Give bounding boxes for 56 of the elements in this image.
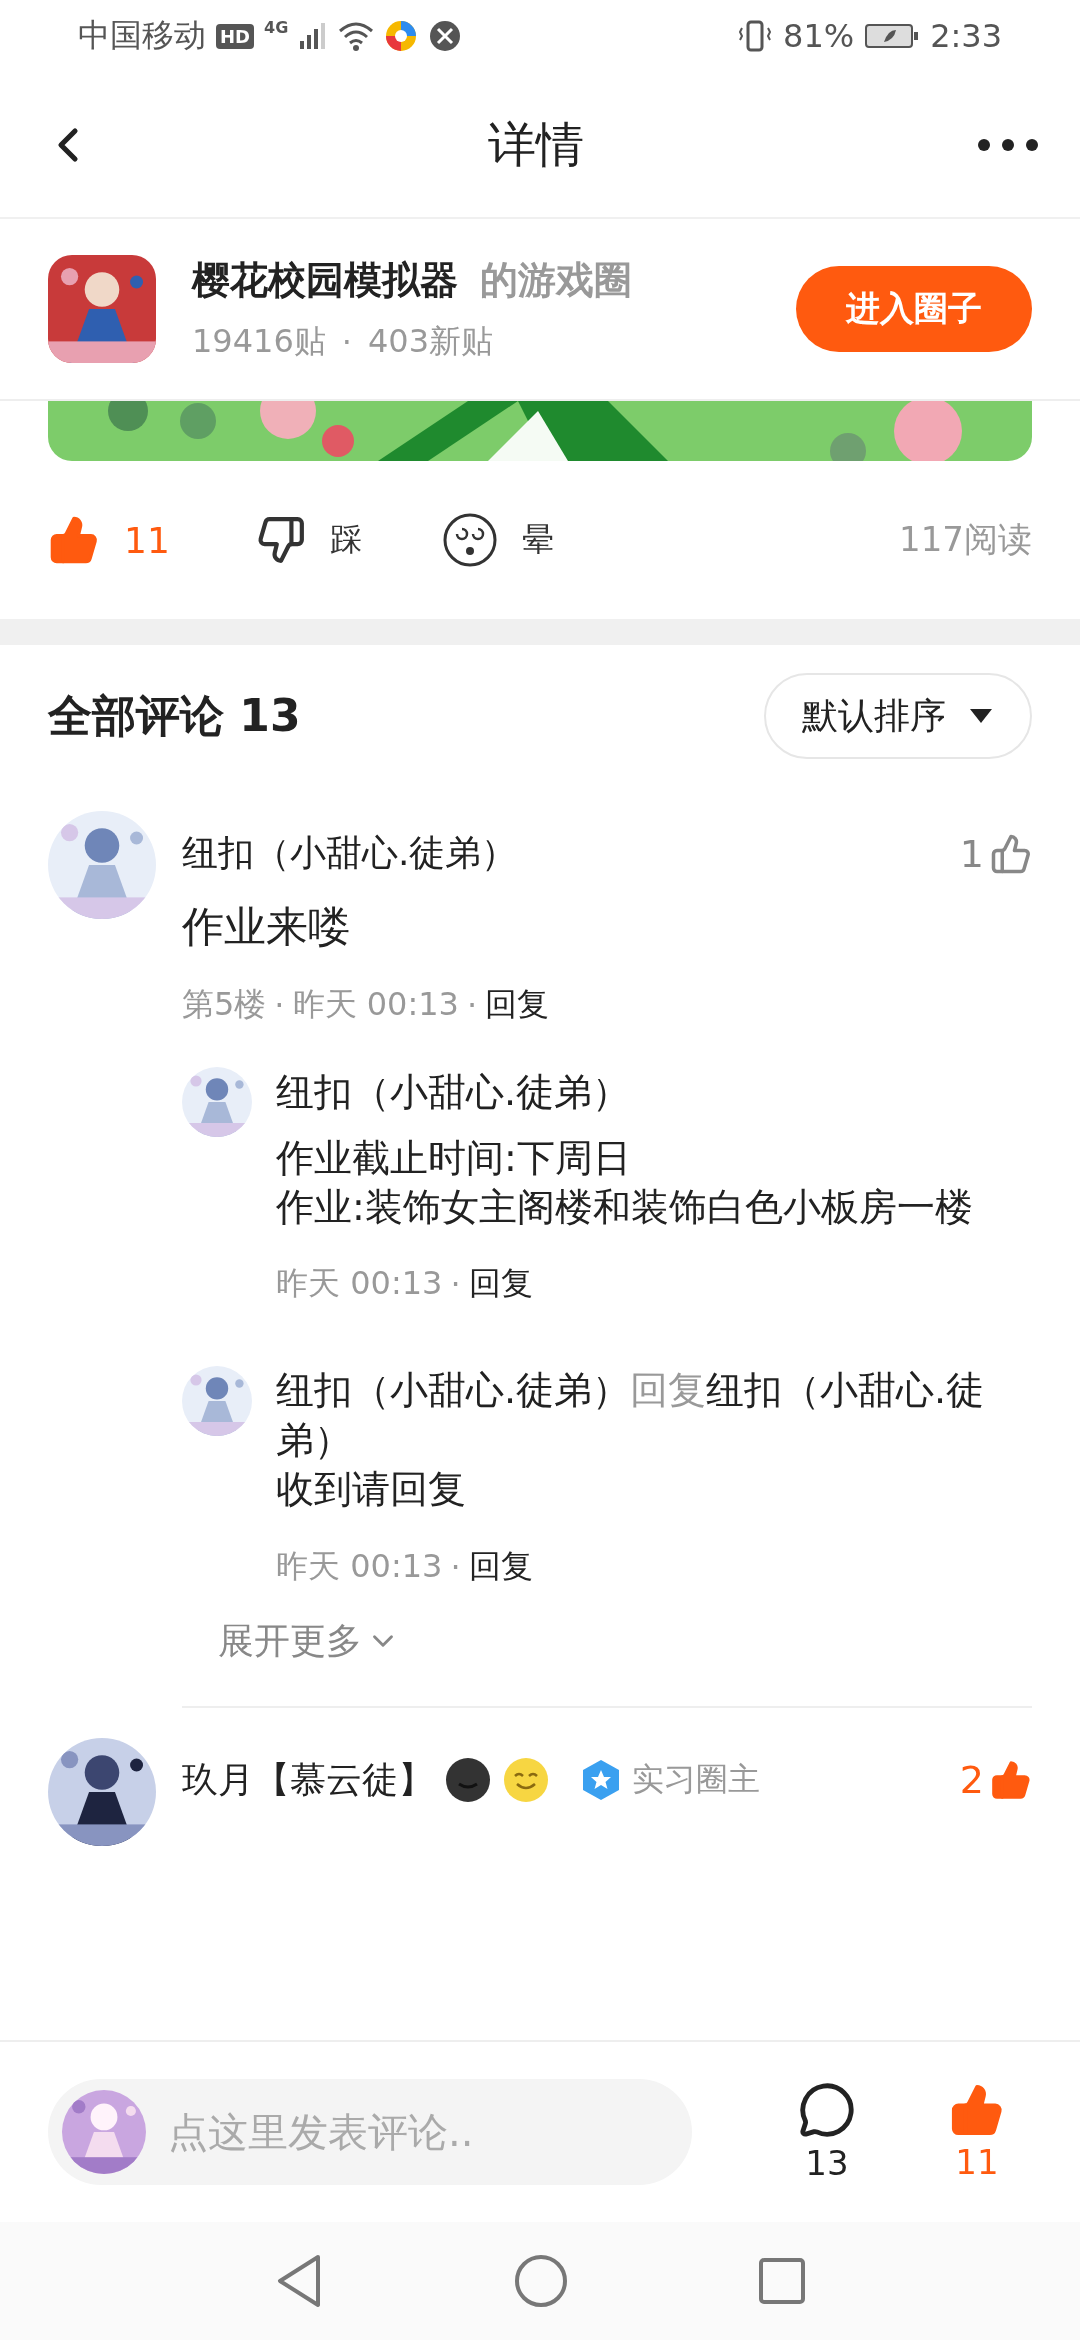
reply-heading: 纽扣（小甜心.徒弟）回复纽扣（小甜心.徒弟） [276, 1367, 986, 1464]
more-icon [976, 136, 1040, 153]
clock-time: 2:33 [930, 17, 1002, 55]
expand-more-button[interactable]: 展开更多 [218, 1616, 400, 1666]
hd-badge: HD [216, 23, 254, 49]
comment-field[interactable]: 点这里发表评论.. [48, 2079, 692, 2185]
reply-text: 收到请回复 [276, 1466, 467, 1514]
reply-link[interactable]: 回复 [468, 1544, 533, 1589]
carrier-name: 中国移动 [78, 15, 206, 56]
separator-dot: · [274, 985, 285, 1024]
home-nav-button[interactable] [514, 2254, 568, 2308]
app-icon [428, 19, 463, 53]
smiley-emoji-icon [502, 1756, 550, 1805]
reply-time: 昨天 00:13 [276, 1263, 443, 1305]
more-button[interactable] [976, 136, 1040, 153]
dizzy-face-icon [441, 512, 498, 568]
separator-dot: · [450, 1547, 461, 1586]
dislike-button[interactable]: 踩 [255, 515, 362, 565]
comment-author: 玖月【慕云徒】 [182, 1757, 434, 1802]
comments-heading: 全部评论 13 [48, 688, 301, 743]
network-type: 4G [264, 18, 289, 37]
circle-name: 樱花校园模拟器 [192, 256, 458, 304]
reply-time: 昨天 00:13 [276, 1545, 443, 1587]
comment-like-button[interactable]: 1 [959, 831, 1032, 876]
star-hexagon-icon [580, 1758, 622, 1803]
reply-link[interactable]: 回复 [485, 982, 550, 1027]
wifi-icon [338, 21, 375, 51]
reply-text: 作业截止时间:下周日 [276, 1134, 632, 1182]
app-icon [384, 19, 419, 53]
reply-author: 纽扣（小甜心.徒弟） [276, 1068, 632, 1116]
comment-text: 作业来喽 [182, 901, 351, 953]
dizzy-button[interactable]: 晕 [441, 512, 554, 568]
role-label: 实习圈主 [632, 1759, 760, 1801]
reply-link[interactable]: 回复 [468, 1262, 533, 1307]
comments-button[interactable]: 13 [772, 2081, 882, 2183]
battery-icon [864, 22, 921, 50]
sort-dropdown[interactable]: 默认排序 [764, 673, 1032, 759]
speech-bubble-icon [798, 2081, 856, 2139]
comment-author: 纽扣（小甜心.徒弟） [182, 831, 518, 875]
separator-dot: · [341, 322, 352, 361]
read-count: 117阅读 [899, 518, 1032, 561]
comment-input-field[interactable]: 点这里发表评论.. [166, 2108, 678, 2156]
comment-time: 昨天 00:13 [292, 983, 459, 1025]
circle-suffix: 的游戏圈 [480, 256, 632, 304]
separator-dot: · [466, 985, 478, 1024]
battery-percent: 81% [783, 17, 855, 55]
recents-nav-button[interactable] [758, 2257, 806, 2305]
caret-icon [968, 707, 994, 725]
separator-dot: · [450, 1265, 461, 1304]
floor-number: 第5楼 [182, 983, 267, 1025]
reply-text: 作业:装饰女主阁楼和装饰白色小板房一楼 [276, 1184, 974, 1231]
vibrate-icon [737, 18, 773, 54]
new-post-count: 403新贴 [367, 320, 494, 362]
post-count: 19416贴 [192, 320, 326, 362]
dark-emoji-icon [444, 1756, 492, 1805]
page-title: 详情 [488, 114, 584, 174]
